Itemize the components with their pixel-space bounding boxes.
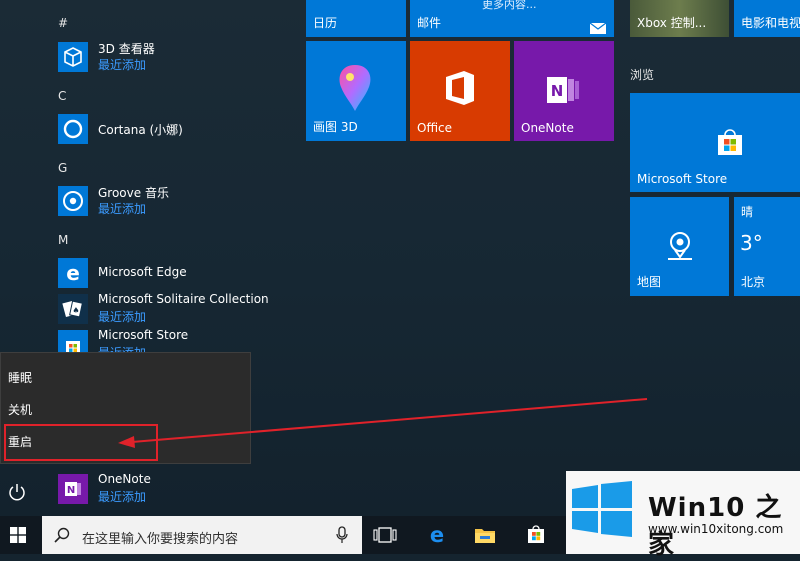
annotation-arrow <box>118 398 648 448</box>
watermark-url: www.win10xitong.com <box>648 522 784 536</box>
file-explorer-icon[interactable] <box>474 525 496 545</box>
watermark: Win10 之家 www.win10xitong.com <box>566 471 800 560</box>
task-view-icon[interactable] <box>373 527 397 543</box>
start-menu: # 3D 查看器 最近添加 C Cortana (小娜) G Groove 音乐… <box>0 0 800 516</box>
search-icon <box>54 527 70 543</box>
microphone-icon[interactable] <box>336 526 348 544</box>
taskbar-search-box[interactable]: 在这里输入你要搜索的内容 <box>42 516 362 554</box>
svg-text:e: e <box>430 524 444 546</box>
edge-taskbar-icon[interactable]: e <box>426 523 448 547</box>
windows-logo-icon <box>570 481 634 537</box>
store-taskbar-icon[interactable] <box>525 523 547 545</box>
windows-start-icon[interactable] <box>10 527 26 543</box>
search-placeholder: 在这里输入你要搜索的内容 <box>82 532 239 547</box>
